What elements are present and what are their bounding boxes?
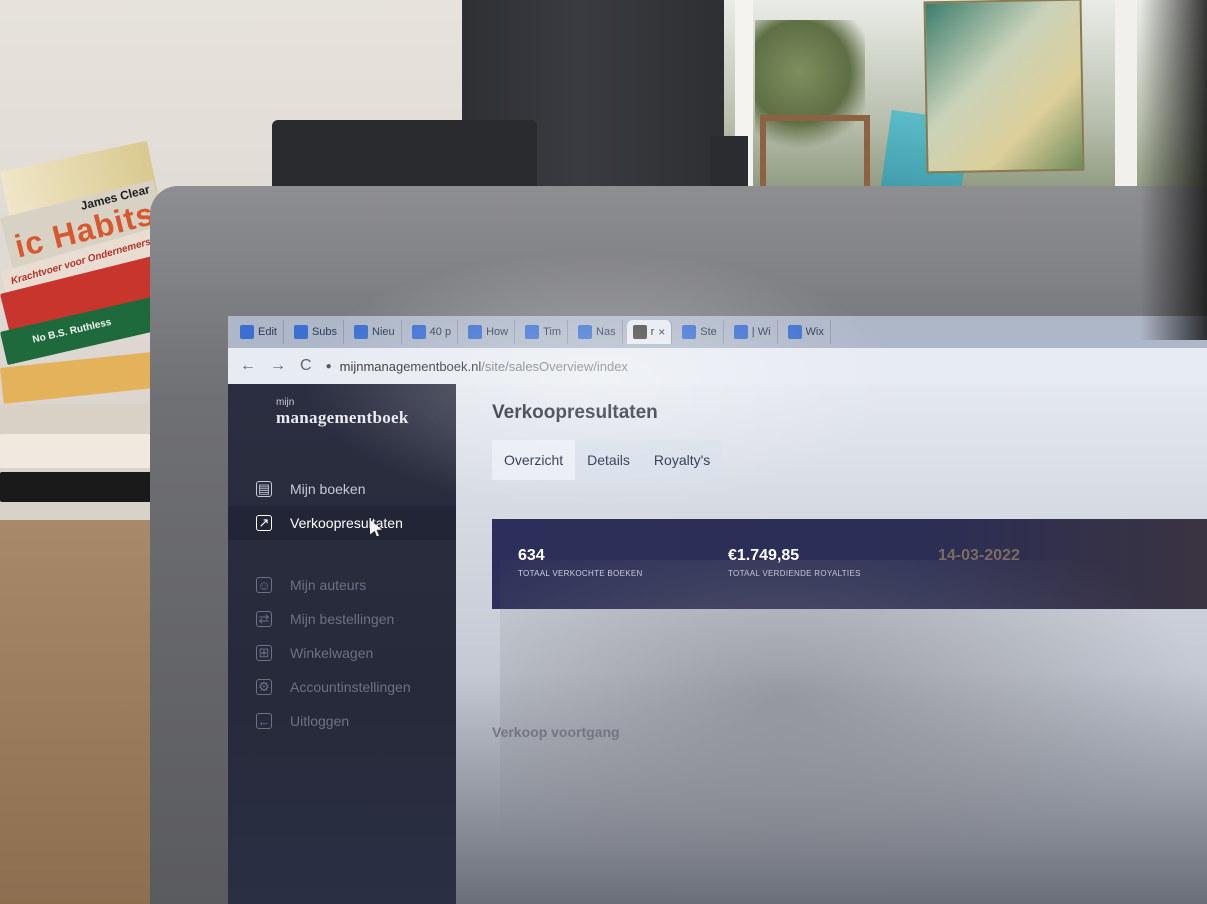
sidebar-item-label: Verkoopresultaten: [290, 515, 403, 531]
laptop-screen: Edit Subs Nieu 40 p How Tim Nas r × Ste | Wi Wix ← …: [228, 316, 1207, 904]
book-title: No B.S. Ruthless: [31, 316, 113, 346]
tab-label: 40 p: [429, 326, 452, 338]
back-icon[interactable]: ←: [240, 357, 256, 375]
sidebar-item-label: Mijn boeken: [290, 481, 366, 497]
main-content: Verkoopresultaten Overzicht Details Royalt…: [456, 384, 1207, 904]
stat-label: TOTAAL VERKOCHTE BOEKEN: [518, 569, 643, 578]
browser-tab[interactable]: r ×: [626, 320, 673, 344]
browser-tab[interactable]: Wix: [782, 320, 831, 344]
sidebar-item[interactable]: ⚙ Accountinstellingen: [228, 670, 456, 704]
browser-tab[interactable]: Edit: [234, 320, 284, 344]
stats-panel: 634 TOTAAL VERKOCHTE BOEKEN €1.749,85 TOTAA…: [492, 519, 1207, 609]
sidebar-item[interactable]: ⊞ Winkelwagen: [228, 636, 456, 670]
content-tab[interactable]: Overzicht: [492, 440, 576, 480]
hanging-painting: [923, 0, 1085, 174]
tab-favicon-icon: [733, 325, 748, 339]
tab-label: Ste: [700, 326, 717, 338]
sidebar-item[interactable]: ← Uitloggen: [228, 704, 456, 738]
tab-favicon-icon: [787, 325, 802, 339]
content-tabs: Overzicht Details Royalty's: [492, 440, 723, 480]
tab-label: | Wi: [751, 326, 771, 338]
tab-favicon-icon: [293, 325, 308, 339]
sidebar-item-label: Uitloggen: [290, 713, 350, 729]
tab-label: Nieu: [372, 326, 395, 338]
sidebar-item-label: Accountinstellingen: [290, 679, 411, 695]
reload-icon[interactable]: C: [300, 357, 312, 375]
user-icon: ☺: [256, 577, 272, 593]
browser-tab[interactable]: How: [462, 320, 516, 344]
close-icon[interactable]: ×: [658, 325, 665, 339]
browser-address-bar: ← → C ● mijnmanagementboek.nl/site/sales…: [228, 348, 1207, 384]
settings-icon: ⚙: [256, 679, 272, 695]
cart-icon: ⊞: [256, 645, 272, 661]
stat-value: 14-03-2022: [938, 547, 1020, 564]
browser-tab[interactable]: Nieu: [348, 320, 402, 344]
browser-tab[interactable]: Nas: [572, 320, 623, 344]
logout-icon: ←: [256, 713, 272, 729]
tab-favicon-icon: [578, 325, 593, 339]
stat-value: €1.749,85: [728, 547, 800, 564]
section-title: Verkoop voortgang: [492, 724, 620, 740]
browser-tab[interactable]: Tim: [519, 320, 569, 344]
book-icon: ▤: [256, 481, 272, 497]
window-frame: [1115, 0, 1137, 215]
brand-name: managementboek: [276, 408, 409, 427]
stat-card: 14-03-2022: [938, 547, 1148, 609]
sidebar-item-label: Winkelwagen: [290, 645, 374, 661]
book-stack: ic Habits James Clear Krachtvoer voor On…: [0, 140, 171, 532]
sidebar-item[interactable]: ☺ Mijn auteurs: [228, 568, 456, 602]
content-tab[interactable]: Royalty's: [642, 440, 722, 480]
sidebar-item-label: Mijn auteurs: [290, 577, 367, 593]
url-field[interactable]: ● mijnmanagementboek.nl/site/salesOvervi…: [326, 359, 628, 374]
stat-card: 634 TOTAAL VERKOCHTE BOEKEN: [518, 547, 728, 609]
tab-label: Wix: [805, 326, 824, 338]
orders-icon: ⇄: [256, 611, 272, 627]
tab-favicon-icon: [682, 325, 697, 339]
tab-favicon-icon: [240, 325, 254, 339]
tab-favicon-icon: [525, 325, 540, 339]
content-tab[interactable]: Details: [575, 440, 642, 480]
tab-favicon-icon: [632, 325, 647, 339]
browser-tab[interactable]: Ste: [676, 320, 724, 344]
stat-value: 634: [518, 547, 545, 564]
tab-favicon-icon: [411, 325, 426, 339]
tab-favicon-icon: [354, 325, 369, 339]
browser-tab[interactable]: 40 p: [406, 320, 459, 344]
brand-logo[interactable]: mijn managementboek: [276, 398, 409, 428]
tab-label: Edit: [258, 326, 277, 338]
stat-card: €1.749,85 TOTAAL VERDIENDE ROYALTIES: [728, 547, 938, 609]
tab-label: Nas: [596, 326, 616, 338]
laptop: Edit Subs Nieu 40 p How Tim Nas r × Ste | Wi Wix ← …: [150, 186, 1207, 904]
page-title: Verkoopresultaten: [492, 402, 658, 423]
tab-label: How: [486, 326, 509, 338]
sidebar-item-label: Mijn bestellingen: [290, 611, 395, 627]
forward-icon[interactable]: →: [270, 357, 286, 375]
brand-prefix: mijn: [276, 397, 295, 408]
book: [0, 434, 166, 468]
sidebar-item[interactable]: ▤ Mijn boeken: [228, 472, 456, 506]
browser-tab[interactable]: Subs: [288, 320, 345, 344]
url-path: /site/salesOverview/index: [481, 358, 628, 374]
browser-tab[interactable]: | Wi: [728, 320, 778, 344]
app-sidebar: mijn managementboek ▤ Mijn boeken ↗ Verkoop…: [228, 384, 456, 904]
tab-label: r: [650, 326, 655, 338]
browser-tab-bar: Edit Subs Nieu 40 p How Tim Nas r × Ste | Wi Wix: [228, 316, 1207, 348]
tab-label: Tim: [543, 326, 562, 338]
sidebar-nav: ▤ Mijn boeken ↗ Verkoopresultaten ☺ Mijn aute…: [228, 472, 456, 738]
lock-icon: ●: [325, 360, 332, 372]
sidebar-item[interactable]: ⇄ Mijn bestellingen: [228, 602, 456, 636]
book: [0, 472, 166, 502]
chart-icon: ↗: [256, 515, 272, 531]
url-domain: mijnmanagementboek.nl: [339, 358, 482, 374]
tab-favicon-icon: [468, 325, 483, 339]
book: [0, 404, 166, 434]
tab-label: Subs: [311, 326, 338, 338]
stat-label: TOTAAL VERDIENDE ROYALTIES: [728, 569, 861, 578]
sidebar-item[interactable]: ↗ Verkoopresultaten: [228, 506, 456, 540]
